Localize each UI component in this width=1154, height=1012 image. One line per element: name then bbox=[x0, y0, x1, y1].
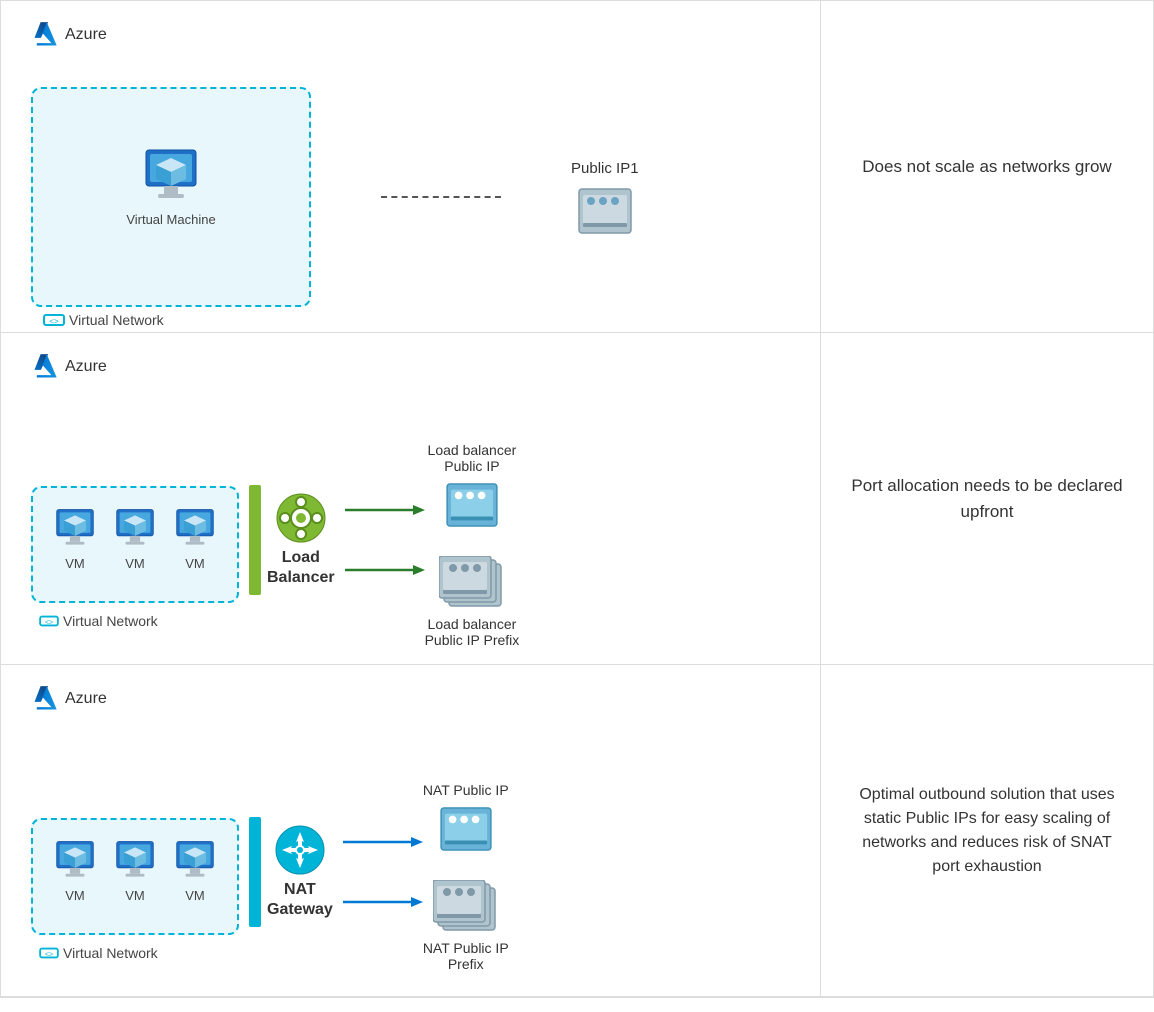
row2-layout: VM bbox=[31, 389, 790, 680]
row2-vnet-box: VM bbox=[31, 486, 239, 603]
row3-vnet-box: VM VM bbox=[31, 818, 239, 935]
row1-description: Does not scale as networks grow bbox=[821, 1, 1153, 333]
vm2-label: VM bbox=[125, 556, 145, 571]
azure-text-row3: Azure bbox=[65, 690, 107, 708]
row1-desc-text: Does not scale as networks grow bbox=[862, 154, 1111, 180]
arrow-top-nat bbox=[343, 832, 423, 852]
vm6-icon bbox=[169, 840, 221, 884]
vnet-icon-row1: <> bbox=[43, 311, 65, 329]
vm-label-row1: Virtual Machine bbox=[126, 212, 215, 227]
vm1-icon bbox=[49, 508, 101, 552]
lb-arrow-bottom bbox=[345, 560, 425, 580]
public-ip-area: Public IP1 bbox=[571, 160, 639, 235]
vnet-text-row2: Virtual Network bbox=[63, 613, 158, 629]
azure-logo-row2 bbox=[31, 353, 59, 381]
row1-diagram: Azure bbox=[1, 1, 821, 333]
nat-public-ip-prefix-item: NAT Public IP Prefix bbox=[423, 880, 509, 972]
vm5-icon bbox=[109, 840, 161, 884]
nat-icon-area: NAT Gateway bbox=[267, 824, 333, 918]
nat-top-label: NAT Public IP bbox=[423, 782, 509, 798]
azure-logo-row1 bbox=[31, 21, 59, 49]
row1-inner: Virtual Machine <> Virtual Network Publi… bbox=[31, 57, 790, 307]
lb-public-ip-icon bbox=[443, 482, 501, 528]
azure-text-row2: Azure bbox=[65, 358, 107, 376]
main-grid: Azure bbox=[0, 0, 1154, 998]
nat-public-ip-item: NAT Public IP bbox=[423, 782, 509, 852]
lb-label: Load Balancer bbox=[267, 548, 335, 586]
vm4-col: VM bbox=[49, 840, 101, 903]
azure-label-row1: Azure bbox=[31, 21, 790, 49]
vm6-label: VM bbox=[185, 888, 205, 903]
vnet-icon-row2: <> bbox=[39, 613, 59, 629]
arrow-bottom-nat bbox=[343, 892, 423, 912]
dashed-line-row1 bbox=[381, 196, 501, 198]
row3-vnet-wrapper: VM VM bbox=[31, 818, 239, 935]
vm4-icon bbox=[49, 840, 101, 884]
svg-text:<>: <> bbox=[45, 619, 53, 627]
svg-text:<>: <> bbox=[45, 951, 53, 959]
nat-public-ip-prefix-icon bbox=[433, 880, 499, 934]
nat-icon bbox=[274, 824, 326, 876]
lb-icon bbox=[275, 492, 327, 544]
vnet-box-row1: Virtual Machine <> Virtual Network bbox=[31, 87, 311, 307]
vm-icon-row1 bbox=[136, 148, 206, 208]
vnet-text-row1: Virtual Network bbox=[69, 312, 164, 328]
row2-diagram: Azure bbox=[1, 333, 821, 665]
row3-vnet-label: <> Virtual Network bbox=[39, 945, 158, 961]
azure-logo-row3 bbox=[31, 685, 59, 713]
vm1-label: VM bbox=[65, 556, 85, 571]
row2-vms: VM bbox=[49, 508, 221, 571]
row3-vms: VM VM bbox=[49, 840, 221, 903]
lb-icon-area: Load Balancer bbox=[267, 492, 335, 586]
lb-public-ip-item: Load balancer Public IP bbox=[425, 442, 520, 528]
vm-icon-area: Virtual Machine bbox=[126, 148, 215, 227]
nat-bottom-label: NAT Public IP Prefix bbox=[423, 940, 509, 972]
arrow-top-lb bbox=[345, 500, 425, 520]
vm1-col: VM bbox=[49, 508, 101, 571]
vm3-label: VM bbox=[185, 556, 205, 571]
nat-arrows-fork bbox=[343, 832, 423, 912]
svg-text:<>: <> bbox=[49, 317, 59, 326]
public-ip-icon bbox=[575, 187, 635, 235]
vm5-label: VM bbox=[125, 888, 145, 903]
lb-connector-bar bbox=[249, 485, 261, 595]
vm6-col: VM bbox=[169, 840, 221, 903]
vm5-col: VM bbox=[109, 840, 161, 903]
row2-vnet-label: <> Virtual Network bbox=[39, 613, 158, 629]
nat-right-icons: NAT Public IP bbox=[423, 782, 509, 972]
nat-public-ip-icon bbox=[437, 806, 495, 852]
azure-text-row1: Azure bbox=[65, 26, 107, 44]
lb-arrows-fork bbox=[345, 500, 425, 580]
vm2-col: VM bbox=[109, 508, 161, 571]
nat-arrow-top bbox=[343, 832, 423, 852]
row2-vnet-wrapper: VM bbox=[31, 486, 239, 603]
lb-top-label: Load balancer Public IP bbox=[428, 442, 517, 474]
azure-label-row2: Azure bbox=[31, 353, 790, 381]
row3-diagram: Azure bbox=[1, 665, 821, 997]
lb-right-icons: Load balancer Public IP bbox=[425, 442, 520, 648]
row3-layout: VM VM bbox=[31, 721, 790, 1012]
azure-label-row3: Azure bbox=[31, 685, 790, 713]
row3-desc-text: Optimal outbound solution that uses stat… bbox=[851, 783, 1123, 879]
row3-description: Optimal outbound solution that uses stat… bbox=[821, 665, 1153, 997]
vnet-text-row3: Virtual Network bbox=[63, 945, 158, 961]
vm3-col: VM bbox=[169, 508, 221, 571]
nat-arrow-bottom bbox=[343, 892, 423, 912]
lb-public-ip-prefix-item: Load balancer Public IP Prefix bbox=[425, 556, 520, 648]
arrow-bottom-lb bbox=[345, 560, 425, 580]
vm2-icon bbox=[109, 508, 161, 552]
vm3-icon bbox=[169, 508, 221, 552]
lb-bottom-label: Load balancer Public IP Prefix bbox=[425, 616, 520, 648]
row2-description: Port allocation needs to be declared upf… bbox=[821, 333, 1153, 665]
vm4-label: VM bbox=[65, 888, 85, 903]
lb-public-ip-prefix-icon bbox=[439, 556, 505, 610]
vnet-label-row1: <> Virtual Network bbox=[43, 311, 164, 329]
vnet-icon-row3: <> bbox=[39, 945, 59, 961]
public-ip-label: Public IP1 bbox=[571, 160, 639, 177]
lb-arrow-top bbox=[345, 500, 425, 520]
nat-label: NAT Gateway bbox=[267, 880, 333, 918]
row2-desc-text: Port allocation needs to be declared upf… bbox=[851, 473, 1123, 524]
nat-connector-bar bbox=[249, 817, 261, 927]
